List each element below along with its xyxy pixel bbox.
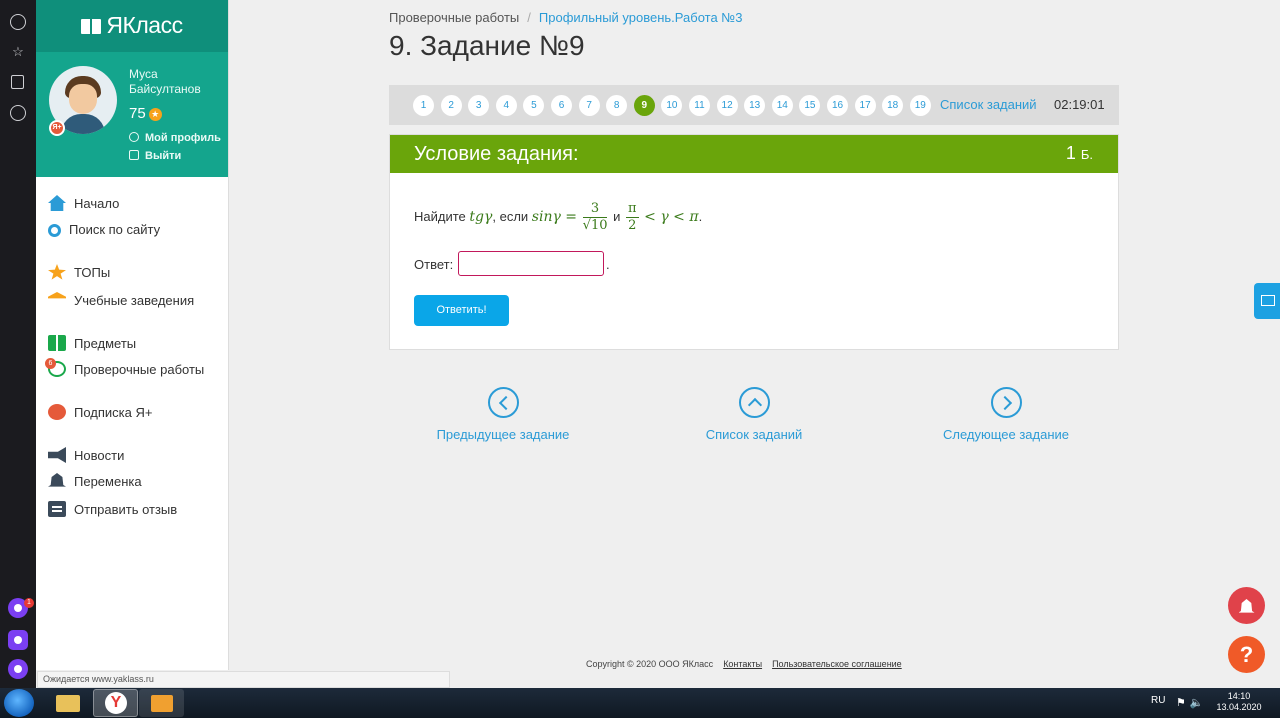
bookmarks-star-icon[interactable]: ☆ xyxy=(10,44,26,60)
sidebar-item-schools[interactable]: Учебные заведения xyxy=(48,292,194,312)
sidebar: ЯКласс Муса Байсултанов 75 ★ Мой профиль … xyxy=(36,0,229,670)
logout-icon xyxy=(129,150,139,160)
task-pager: 1 2 3 4 5 6 7 8 9 10 11 12 13 14 15 16 17 18 19 Список зад… xyxy=(389,85,1119,125)
page-button-17[interactable]: 17 xyxy=(854,95,876,116)
check-circle-icon: 6 xyxy=(45,358,66,377)
system-clock[interactable]: 14:10 13.04.2020 xyxy=(1212,691,1266,713)
task-question: Найдите tgγ, если sinγ = 3 √10 и π2 < γ <… xyxy=(414,201,703,233)
mail-feedback-icon[interactable] xyxy=(1254,283,1280,319)
breadcrumb-current[interactable]: Профильный уровень.Работа №3 xyxy=(539,10,743,25)
star-icon xyxy=(48,264,66,280)
notification-badge: 1 xyxy=(24,598,34,608)
answer-input[interactable] xyxy=(458,251,604,276)
subscription-plus-badge: Я+ xyxy=(49,120,65,136)
logout-link[interactable]: Выйти xyxy=(129,150,181,162)
page-button-10[interactable]: 10 xyxy=(661,95,683,116)
timer: 02:19:01 xyxy=(1054,97,1105,112)
school-building-icon xyxy=(48,292,66,299)
browser-sidebar: ☆ 1 xyxy=(0,0,36,688)
agreement-link[interactable]: Пользовательское соглашение xyxy=(772,659,902,669)
page-button-12[interactable]: 12 xyxy=(716,95,738,116)
sidebar-item-home[interactable]: Начало xyxy=(48,195,119,215)
page-button-6[interactable]: 6 xyxy=(551,95,572,116)
task-list-link[interactable]: Список заданий xyxy=(940,97,1037,112)
star-points-icon: ★ xyxy=(148,108,162,121)
task-list-bottom-link[interactable]: Список заданий xyxy=(669,387,839,442)
book-icon xyxy=(48,335,66,351)
plus-subscription-icon xyxy=(48,404,66,420)
page-button-4[interactable]: 4 xyxy=(495,95,517,116)
task-header-title: Условие задания: xyxy=(414,143,579,165)
page-button-5[interactable]: 5 xyxy=(523,95,545,116)
page-button-2[interactable]: 2 xyxy=(440,95,462,116)
page-button-15[interactable]: 15 xyxy=(799,95,821,116)
next-task-link[interactable]: Следующее задание xyxy=(921,387,1091,442)
sidebar-item-tests[interactable]: 6 Проверочные работы xyxy=(45,358,204,381)
search-icon xyxy=(48,224,61,237)
sidebar-item-news[interactable]: Новости xyxy=(48,447,124,467)
prev-task-link[interactable]: Предыдущее задание xyxy=(418,387,588,442)
breadcrumb-parent[interactable]: Проверочные работы xyxy=(389,10,519,25)
breadcrumb: Проверочные работы / Профильный уровень.Ра… xyxy=(389,10,743,25)
site-logo[interactable]: ЯКласс xyxy=(36,0,228,52)
contacts-link[interactable]: Контакты xyxy=(723,659,762,669)
fraction-3-sqrt10: 3 √10 xyxy=(582,201,608,233)
sidebar-item-subjects[interactable]: Предметы xyxy=(48,335,136,355)
chevron-left-icon xyxy=(487,387,519,418)
windows-start-button[interactable] xyxy=(4,689,34,717)
language-indicator[interactable]: RU xyxy=(1151,695,1165,706)
task-card: Условие задания: 1 Б. Найдите tgγ, если … xyxy=(389,134,1119,350)
submit-answer-button[interactable]: Ответить! xyxy=(414,295,509,326)
sidebar-item-tops[interactable]: ТОПы xyxy=(48,264,110,284)
tests-count-badge: 6 xyxy=(45,358,56,369)
megaphone-icon xyxy=(48,447,66,463)
home-icon xyxy=(48,195,66,211)
page-button-7[interactable]: 7 xyxy=(578,95,600,116)
task-points: 1 Б. xyxy=(1065,143,1093,163)
book-logo-icon xyxy=(81,19,102,34)
page-button-1[interactable]: 1 xyxy=(413,95,434,116)
status-bar: Ожидается www.yaklass.ru xyxy=(37,671,450,688)
messenger-app-icon[interactable] xyxy=(8,630,28,650)
notifications-bell-button[interactable] xyxy=(1228,587,1265,624)
task-header: Условие задания: 1 Б. xyxy=(390,135,1118,173)
fraction-pi-2: π2 xyxy=(626,201,639,233)
page-button-11[interactable]: 11 xyxy=(689,95,710,116)
page-button-19[interactable]: 19 xyxy=(909,95,931,116)
profile-panel: Муса Байсултанов 75 ★ Мой профиль Выйти xyxy=(36,52,228,177)
bell-icon xyxy=(48,473,66,487)
page-button-9[interactable]: 9 xyxy=(633,95,655,116)
voice-assistant-icon[interactable] xyxy=(8,659,28,679)
media-play-icon[interactable] xyxy=(10,105,26,121)
sidebar-item-search[interactable]: Поиск по сайту xyxy=(48,222,160,242)
help-button[interactable]: ? xyxy=(1228,636,1265,673)
page-button-3[interactable]: 3 xyxy=(468,95,490,116)
sidebar-item-break[interactable]: Переменка xyxy=(48,473,142,493)
profile-points: 75 ★ xyxy=(129,105,162,122)
page-button-16[interactable]: 16 xyxy=(827,95,848,116)
media-player-icon[interactable] xyxy=(139,689,184,717)
page-button-18[interactable]: 18 xyxy=(882,95,904,116)
chevron-right-icon xyxy=(990,387,1022,418)
windows-taskbar: RU ⚑🔈 14:1013.04.2020 xyxy=(0,688,1280,718)
history-icon[interactable] xyxy=(10,14,26,30)
page-button-8[interactable]: 8 xyxy=(606,95,628,116)
tray-icons[interactable]: ⚑🔈 xyxy=(1176,696,1208,709)
file-explorer-icon[interactable] xyxy=(46,689,91,717)
yandex-browser-icon[interactable] xyxy=(93,689,138,717)
profile-name: Муса Байсултанов xyxy=(129,67,201,96)
page-button-13[interactable]: 13 xyxy=(744,95,766,116)
sidebar-item-feedback[interactable]: Отправить отзыв xyxy=(48,501,177,521)
my-profile-link[interactable]: Мой профиль xyxy=(129,132,221,144)
message-icon xyxy=(48,501,66,517)
notes-icon[interactable] xyxy=(11,75,24,89)
footer: Copyright © 2020 ООО ЯКласс Контакты Польз… xyxy=(586,659,902,669)
user-icon xyxy=(129,132,139,142)
page-title: 9. Задание №9 xyxy=(389,30,585,61)
page-button-14[interactable]: 14 xyxy=(771,95,793,116)
answer-label: Ответ: xyxy=(414,257,454,272)
chevron-up-icon xyxy=(738,387,770,418)
sidebar-item-subscription[interactable]: Подписка Я+ xyxy=(48,404,152,424)
